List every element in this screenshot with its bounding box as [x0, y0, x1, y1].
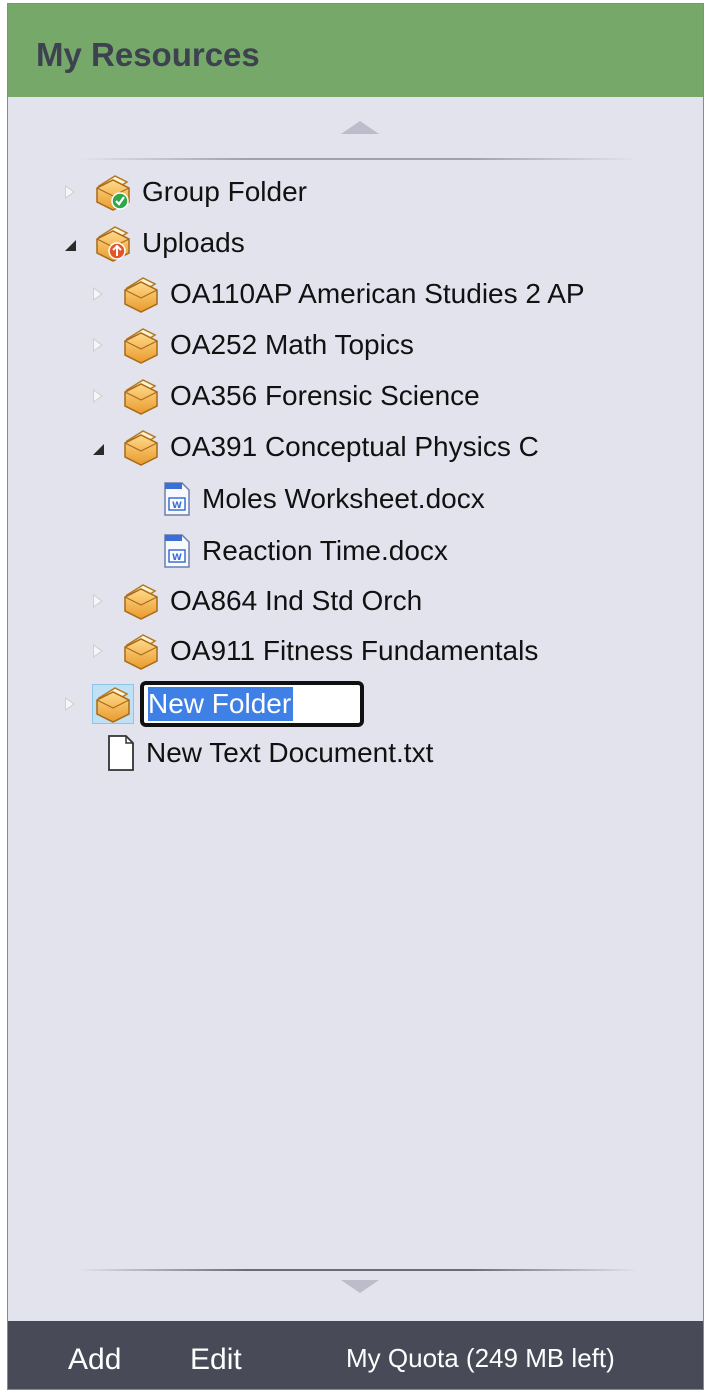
- tree-item-label: OA864 Ind Std Orch: [170, 585, 423, 616]
- tree-item-oa356[interactable]: OA356 Forensic Science: [88, 374, 480, 418]
- collapse-arrow-icon[interactable]: [60, 233, 80, 253]
- tree-item-label: OA356 Forensic Science: [170, 380, 480, 411]
- edit-button[interactable]: Edit: [190, 1343, 242, 1377]
- tree-item-label: Uploads: [142, 227, 245, 258]
- bottom-divider: [78, 1269, 638, 1271]
- shared-folder-icon: [92, 172, 134, 212]
- folder-icon: [120, 376, 162, 416]
- rename-selected-text: New Folder: [148, 687, 294, 721]
- expand-arrow-icon[interactable]: [60, 694, 80, 714]
- panel-title: My Resources: [36, 36, 260, 73]
- word-document-icon: [160, 531, 194, 571]
- quota-link[interactable]: My Quota (249 MB left): [346, 1343, 615, 1374]
- upload-folder-icon: [92, 223, 134, 263]
- expand-arrow-icon[interactable]: [88, 335, 108, 355]
- add-button[interactable]: Add: [68, 1343, 121, 1377]
- tree-item-oa391[interactable]: OA391 Conceptual Physics C: [88, 425, 539, 469]
- folder-icon: [120, 427, 162, 467]
- tree-item-label: OA911 Fitness Fundamentals: [170, 635, 539, 666]
- collapse-arrow-icon[interactable]: [88, 437, 108, 457]
- tree-item-moles-worksheet[interactable]: Moles Worksheet.docx: [160, 477, 485, 521]
- tree-item-label: OA252 Math Topics: [170, 329, 414, 360]
- expand-arrow-icon[interactable]: [60, 182, 80, 202]
- tree-item-label: New Text Document.txt: [146, 737, 434, 768]
- expand-arrow-icon[interactable]: [88, 591, 108, 611]
- expand-arrow-icon[interactable]: [88, 284, 108, 304]
- tree-item-label: OA110AP American Studies 2 AP: [170, 278, 585, 309]
- text-document-icon: [104, 733, 138, 773]
- tree-item-group-folder[interactable]: Group Folder: [60, 170, 307, 214]
- tree-item-new-folder[interactable]: New Folder: [60, 679, 364, 729]
- tree-item-oa911[interactable]: OA911 Fitness Fundamentals: [88, 629, 538, 673]
- folder-icon: [92, 684, 134, 724]
- word-document-icon: [160, 479, 194, 519]
- tree-item-label: Reaction Time.docx: [202, 535, 448, 566]
- tree-item-oa864[interactable]: OA864 Ind Std Orch: [88, 579, 422, 623]
- rename-folder-input[interactable]: New Folder: [140, 681, 364, 727]
- folder-icon: [120, 581, 162, 621]
- folder-icon: [120, 325, 162, 365]
- tree-item-oa252[interactable]: OA252 Math Topics: [88, 323, 414, 367]
- scroll-down-arrow-icon[interactable]: [341, 1280, 379, 1293]
- tree-item-label: Moles Worksheet.docx: [202, 483, 485, 514]
- tree-item-uploads[interactable]: Uploads: [60, 221, 245, 265]
- tree-item-label: Group Folder: [142, 176, 307, 207]
- tree-item-oa110ap[interactable]: OA110AP American Studies 2 AP: [88, 272, 585, 316]
- top-divider: [78, 158, 638, 160]
- panel-header: My Resources: [8, 4, 703, 97]
- tree-item-new-text-document[interactable]: New Text Document.txt: [104, 731, 433, 775]
- expand-arrow-icon[interactable]: [88, 386, 108, 406]
- folder-icon: [120, 274, 162, 314]
- expand-arrow-icon[interactable]: [88, 641, 108, 661]
- my-resources-panel: My Resources Group Folder Uploads OA110A…: [7, 3, 704, 1390]
- tree-item-reaction-time[interactable]: Reaction Time.docx: [160, 529, 448, 573]
- scroll-up-arrow-icon[interactable]: [341, 121, 379, 134]
- folder-icon: [120, 631, 162, 671]
- panel-footer: Add Edit My Quota (249 MB left): [8, 1321, 703, 1389]
- tree-item-label: OA391 Conceptual Physics C: [170, 431, 539, 462]
